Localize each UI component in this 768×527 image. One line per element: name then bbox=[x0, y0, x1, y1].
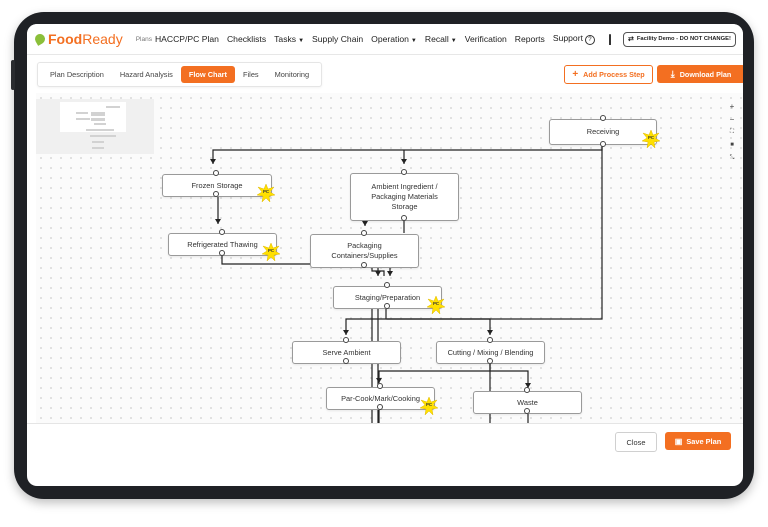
download-icon: ⤓ bbox=[670, 68, 675, 79]
nav-support-label: Support bbox=[552, 33, 583, 43]
download-plan-label: Download Plan bbox=[679, 69, 732, 79]
nav-operation-label: Operation bbox=[371, 34, 409, 44]
switch-arrows-icon: ⇄ bbox=[627, 36, 634, 43]
node-port[interactable] bbox=[524, 408, 530, 414]
chevron-down-icon: ▼ bbox=[298, 38, 305, 44]
add-process-step-button[interactable]: + Add Process Step bbox=[564, 65, 653, 84]
plans-label: Plans bbox=[135, 35, 152, 43]
node-label: Receiving bbox=[586, 127, 620, 136]
download-plan-button[interactable]: ⤓ Download Plan bbox=[657, 65, 743, 83]
node-label: Waste bbox=[517, 397, 538, 407]
facility-name: Facility Demo - DO NOT CHANGE! bbox=[636, 36, 731, 42]
tab-flow-chart[interactable]: Flow Chart bbox=[180, 66, 236, 83]
tab-monitoring[interactable]: Monitoring bbox=[267, 66, 318, 83]
node-port[interactable] bbox=[343, 358, 349, 364]
nav-tasks-label: Tasks bbox=[274, 34, 297, 44]
node-port[interactable] bbox=[600, 115, 606, 121]
close-button[interactable]: Close bbox=[615, 432, 657, 452]
nav-support[interactable]: Support? bbox=[553, 33, 595, 45]
node-port[interactable] bbox=[343, 337, 349, 343]
pc-badge-icon: PC bbox=[261, 242, 281, 262]
node-label: Serve Ambient bbox=[322, 347, 371, 357]
nav-supply-chain-label: Supply Chain bbox=[312, 34, 364, 44]
tablet-side-button bbox=[11, 60, 15, 90]
current-plan-link[interactable]: HACCP/PC Plan bbox=[155, 34, 219, 44]
node-label: Frozen Storage bbox=[191, 180, 243, 190]
pc-badge-icon: PC bbox=[419, 396, 439, 416]
tab-files[interactable]: Files bbox=[235, 66, 267, 83]
node-port[interactable] bbox=[213, 170, 219, 176]
node-port[interactable] bbox=[219, 229, 225, 235]
logo-food-text: Food bbox=[48, 31, 83, 47]
tab-hazard-analysis[interactable]: Hazard Analysis bbox=[112, 66, 181, 83]
node-port[interactable] bbox=[219, 250, 225, 256]
footer-actions: Close ▣ Save Plan bbox=[27, 423, 743, 461]
nav-checklists-label: Checklists bbox=[226, 34, 267, 44]
help-circle-icon: ? bbox=[584, 35, 595, 45]
nav-reports[interactable]: Reports bbox=[515, 34, 545, 44]
save-plan-label: Save Plan bbox=[686, 436, 722, 446]
logo-ready-text: Ready bbox=[82, 31, 123, 47]
node-port[interactable] bbox=[377, 383, 383, 389]
save-plan-button[interactable]: ▣ Save Plan bbox=[665, 432, 731, 450]
top-navigation: FoodReady Plans HACCP/PC Plan Checklists… bbox=[27, 24, 743, 55]
leaf-icon bbox=[33, 32, 47, 46]
node-label: Staging/Preparation bbox=[354, 292, 421, 302]
chevron-down-icon: ▼ bbox=[410, 38, 417, 44]
nav-recall-label: Recall bbox=[424, 34, 449, 44]
node-port[interactable] bbox=[384, 282, 390, 288]
chevron-down-icon: ▼ bbox=[450, 38, 457, 44]
flow-chart-canvas[interactable]: + − ⛶ ■ ⤡ Receiving Frozen Storage Ambie… bbox=[36, 93, 743, 423]
foodready-logo[interactable]: FoodReady bbox=[33, 31, 123, 47]
node-port[interactable] bbox=[377, 404, 383, 410]
nav-verification-label: Verification bbox=[464, 34, 507, 44]
node-port[interactable] bbox=[361, 262, 367, 268]
tab-plan-description[interactable]: Plan Description bbox=[42, 66, 112, 83]
node-port[interactable] bbox=[401, 169, 407, 175]
nav-tasks[interactable]: Tasks ▼ bbox=[274, 34, 304, 44]
nav-recall[interactable]: Recall ▼ bbox=[425, 34, 457, 44]
node-port[interactable] bbox=[213, 191, 219, 197]
node-port[interactable] bbox=[600, 141, 606, 147]
node-port[interactable] bbox=[487, 358, 493, 364]
node-label: Packaging Containers/Supplies bbox=[331, 241, 398, 260]
nav-reports-label: Reports bbox=[514, 34, 545, 44]
bell-icon[interactable] bbox=[608, 33, 611, 45]
node-label: Refrigerated Thawing bbox=[187, 239, 258, 249]
nav-checklists[interactable]: Checklists bbox=[227, 34, 266, 44]
nav-supply-chain[interactable]: Supply Chain bbox=[312, 34, 363, 44]
save-icon: ▣ bbox=[674, 436, 683, 446]
app-screen: FoodReady Plans HACCP/PC Plan Checklists… bbox=[27, 24, 743, 486]
nav-operation[interactable]: Operation ▼ bbox=[371, 34, 417, 44]
plus-icon: + bbox=[572, 69, 579, 80]
node-label: Ambient Ingredient / Packaging Materials… bbox=[371, 182, 438, 211]
node-label: Par-Cook/Mark/Cooking bbox=[341, 393, 420, 403]
node-port[interactable] bbox=[524, 387, 530, 393]
add-process-step-label: Add Process Step bbox=[583, 70, 645, 79]
node-port[interactable] bbox=[487, 337, 493, 343]
node-port[interactable] bbox=[401, 215, 407, 221]
pc-badge-icon: PC bbox=[641, 129, 661, 149]
node-port[interactable] bbox=[384, 303, 390, 309]
nav-verification[interactable]: Verification bbox=[465, 34, 507, 44]
facility-switcher[interactable]: ⇄ Facility Demo - DO NOT CHANGE! bbox=[622, 31, 736, 47]
pc-badge-icon: PC bbox=[256, 183, 276, 203]
plan-tabs: Plan Description Hazard Analysis Flow Ch… bbox=[37, 62, 323, 87]
node-port[interactable] bbox=[361, 230, 367, 236]
process-node-ambient-storage[interactable]: Ambient Ingredient / Packaging Materials… bbox=[350, 173, 459, 221]
pc-badge-icon: PC bbox=[426, 295, 446, 315]
node-label: Cutting / Mixing / Blending bbox=[447, 347, 534, 357]
